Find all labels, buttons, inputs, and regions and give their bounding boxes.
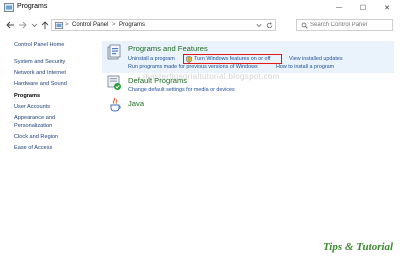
up-arrow-icon	[41, 20, 48, 29]
programs-features-title[interactable]: Programs and Features	[128, 44, 208, 53]
brand-logo-text: Tips & Tutorial	[323, 241, 394, 253]
default-programs-title[interactable]: Default Programs	[128, 76, 187, 85]
search-icon	[301, 22, 308, 29]
uninstall-program-link[interactable]: Uninstall a program	[128, 56, 175, 62]
back-button[interactable]	[5, 19, 16, 31]
breadcrumb-programs[interactable]: Programs	[119, 22, 145, 28]
chevron-down-icon[interactable]	[256, 23, 262, 28]
sidebar-item-hardware-sound[interactable]: Hardware and Sound	[14, 81, 67, 87]
forward-button[interactable]	[17, 19, 28, 31]
address-bar[interactable]: > Control Panel > Programs	[51, 19, 276, 31]
window-title: Programs	[17, 3, 48, 10]
control-panel-icon	[55, 22, 63, 29]
programs-features-icon[interactable]	[107, 44, 122, 60]
sidebar-item-clock-region[interactable]: Clock and Region	[14, 134, 58, 140]
close-button[interactable]: ✕	[376, 0, 398, 16]
address-row: > Control Panel > Programs	[0, 16, 400, 34]
maximize-button[interactable]: ☐	[352, 0, 374, 16]
up-button[interactable]	[39, 19, 50, 31]
sidebar-item-programs: Programs	[14, 93, 41, 99]
control-panel-icon	[4, 3, 14, 12]
search-box[interactable]	[296, 19, 393, 31]
sidebar-item-network-internet[interactable]: Network and Internet	[14, 70, 66, 76]
breadcrumb-separator: >	[112, 22, 116, 28]
how-to-install-link[interactable]: How to install a program	[276, 64, 334, 70]
forward-arrow-icon	[19, 21, 27, 29]
sidebar-item-system-security[interactable]: System and Security	[14, 59, 65, 65]
breadcrumb-separator: >	[65, 22, 69, 28]
change-default-settings-link[interactable]: Change default settings for media or dev…	[128, 87, 235, 93]
back-arrow-icon	[6, 21, 14, 29]
sidebar-item-control-panel-home[interactable]: Control Panel Home	[14, 42, 64, 48]
sidebar-item-user-accounts[interactable]: User Accounts	[14, 104, 50, 110]
default-programs-icon[interactable]	[107, 75, 122, 91]
breadcrumb-control-panel[interactable]: Control Panel	[72, 22, 108, 28]
close-icon: ✕	[384, 5, 390, 12]
java-icon[interactable]	[109, 97, 121, 112]
sidebar-item-personalization[interactable]: Personalization	[14, 123, 52, 129]
java-title[interactable]: Java	[128, 99, 144, 108]
chevron-down-icon	[31, 23, 38, 28]
minimize-button[interactable]: —	[328, 0, 350, 16]
maximize-icon: ☐	[359, 5, 367, 12]
minimize-icon: —	[336, 5, 342, 11]
search-input[interactable]	[310, 21, 390, 29]
title-bar: Programs — ☐ ✕	[0, 0, 400, 16]
view-installed-updates-link[interactable]: View installed updates	[289, 56, 343, 62]
turn-windows-features-link[interactable]: Turn Windows features on or off	[194, 56, 270, 62]
sidebar-item-ease-of-access[interactable]: Ease of Access	[14, 145, 52, 151]
sidebar-item-appearance[interactable]: Appearance and	[14, 115, 55, 121]
run-previous-programs-link[interactable]: Run programs made for previous versions …	[128, 64, 258, 70]
refresh-icon[interactable]	[266, 22, 273, 29]
shield-icon	[186, 56, 192, 63]
